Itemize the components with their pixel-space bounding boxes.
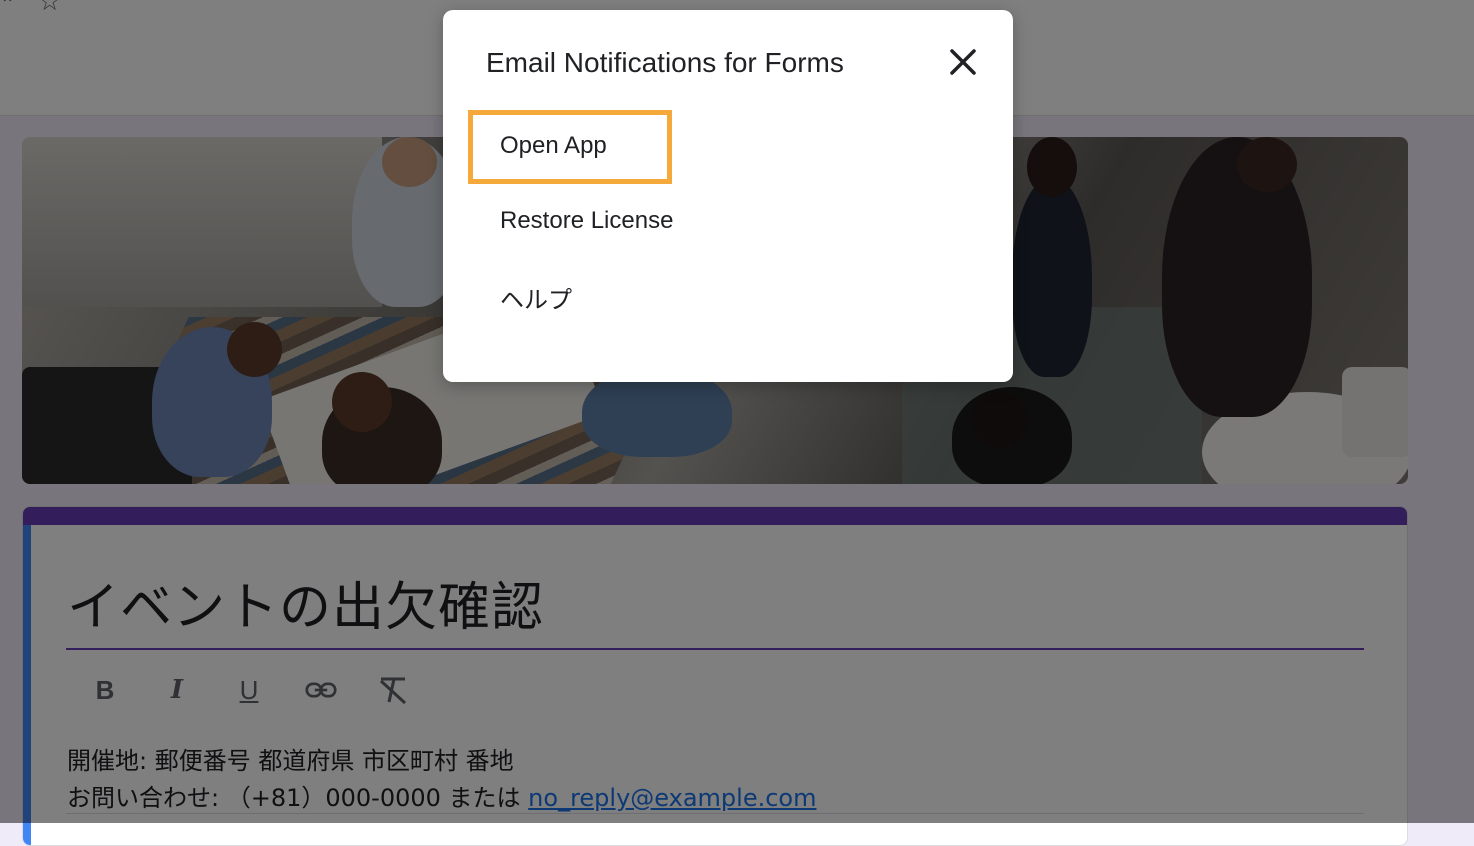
- addon-dialog: Email Notifications for Forms Open App R…: [443, 10, 1013, 382]
- menu-item-open-app[interactable]: Open App: [500, 132, 607, 160]
- close-icon[interactable]: [943, 42, 983, 82]
- menu-item-restore-license[interactable]: Restore License: [500, 207, 673, 235]
- dialog-title: Email Notifications for Forms: [486, 47, 844, 78]
- menu-item-help[interactable]: ヘルプ: [500, 280, 572, 315]
